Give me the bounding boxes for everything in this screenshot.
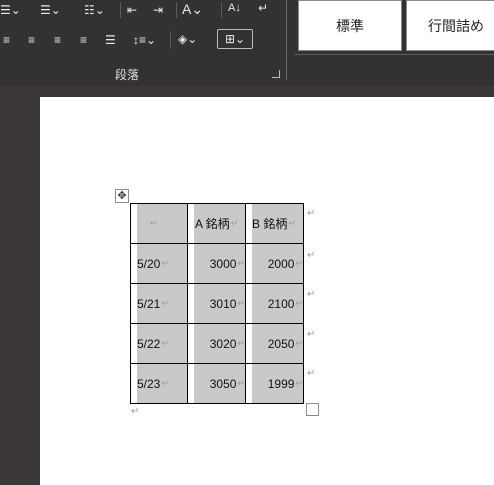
table-cell[interactable]: 3020 ↵ — [187, 323, 246, 364]
data-table[interactable]: ↵ A 銘柄 ↵ B 銘柄 ↵ 5/20 ↵ 3000 ↵ 2000 ↵ 5/21 ↵ 30… — [130, 203, 304, 404]
table-row: 5/23 ↵ 3050 ↵ 1999 ↵ — [130, 363, 304, 404]
line-spacing-icon[interactable]: ↕≡⌄ — [133, 34, 156, 46]
table-cell[interactable]: 1999 ↵ — [245, 363, 304, 404]
paragraph-mark: ↵ — [288, 218, 296, 228]
ribbon: ☰⌄ ☰⌄ ☷⌄ ⇤ ⇥ A⌄ A↓ ↵ ≡ ≡ ≡ ≡ ☰ ↕≡⌄ ◈⌄ ⊞⌄… — [0, 0, 494, 86]
table-header-row: ↵ A 銘柄 ↵ B 銘柄 ↵ — [130, 203, 304, 244]
header-a: A 銘柄 — [195, 217, 230, 231]
table-move-handle-icon[interactable]: ✥ — [115, 189, 129, 203]
align-left-icon[interactable]: ≡ — [3, 34, 10, 46]
table-cell[interactable]: 2000 ↵ — [245, 243, 304, 284]
end-of-row-mark: ↵ — [307, 208, 316, 219]
table-cell[interactable]: 2100 ↵ — [245, 283, 304, 324]
align-center-icon[interactable]: ≡ — [28, 34, 35, 46]
table-cell[interactable]: A 銘柄 ↵ — [187, 203, 246, 244]
canvas-top — [40, 86, 494, 97]
style-no-spacing[interactable]: 行間詰め — [406, 0, 494, 51]
separator — [176, 2, 177, 18]
end-of-row-mark: ↵ — [307, 329, 316, 340]
separator — [120, 2, 121, 18]
separator — [170, 31, 171, 49]
table-row: 5/22 ↵ 3020 ↵ 2050 ↵ — [130, 323, 304, 364]
show-marks-icon[interactable]: ↵ — [258, 2, 268, 14]
bullet-list-icon[interactable]: ☰⌄ — [0, 4, 21, 16]
shading-icon[interactable]: ◈⌄ — [178, 33, 197, 45]
table-cell[interactable]: 5/20 ↵ — [130, 243, 188, 284]
paragraph-mark: ↵ — [150, 218, 158, 228]
table-cell[interactable]: 3010 ↵ — [187, 283, 246, 324]
multilevel-list-icon[interactable]: ☷⌄ — [84, 4, 105, 16]
end-of-row-mark: ↵ — [307, 368, 316, 379]
decrease-indent-icon[interactable]: ⇤ — [127, 4, 137, 16]
table-cell[interactable]: B 銘柄 ↵ — [245, 203, 304, 244]
styles-bottom-line — [294, 54, 494, 55]
align-right-icon[interactable]: ≡ — [54, 34, 61, 46]
justify-icon[interactable]: ≡ — [80, 34, 87, 46]
table-row: 5/20 ↵ 3000 ↵ 2000 ↵ — [130, 243, 304, 284]
canvas-margin — [0, 86, 40, 485]
table-cell[interactable]: 5/23 ↵ — [130, 363, 188, 404]
table-cell[interactable]: 5/21 ↵ — [130, 283, 188, 324]
end-of-row-mark: ↵ — [307, 250, 316, 261]
paragraph-mark-after-table: ↵ — [131, 406, 140, 417]
paragraph-group-label: 段落 — [115, 68, 140, 82]
numbered-list-icon[interactable]: ☰⌄ — [40, 4, 61, 16]
borders-icon[interactable]: ⊞⌄ — [217, 29, 253, 49]
separator — [221, 2, 222, 18]
table-cell[interactable]: 2050 ↵ — [245, 323, 304, 364]
sort-icon[interactable]: A↓ — [228, 2, 241, 14]
table-cell[interactable]: 3000 ↵ — [187, 243, 246, 284]
table-row: 5/21 ↵ 3010 ↵ 2100 ↵ — [130, 283, 304, 324]
paragraph-dialog-launcher-icon[interactable] — [272, 70, 280, 78]
distributed-icon[interactable]: ☰ — [105, 34, 116, 46]
paragraph-mark: ↵ — [230, 218, 239, 228]
table-cell[interactable]: 3050 ↵ — [187, 363, 246, 404]
style-normal[interactable]: 標準 — [298, 0, 402, 51]
asian-layout-icon[interactable]: A⌄ — [182, 2, 203, 16]
table-cell[interactable]: ↵ — [130, 203, 188, 244]
increase-indent-icon[interactable]: ⇥ — [153, 4, 163, 16]
end-of-row-mark: ↵ — [307, 289, 316, 300]
table-cell[interactable]: 5/22 ↵ — [130, 323, 188, 364]
header-b: B 銘柄 — [252, 217, 288, 231]
table-resize-handle[interactable] — [306, 403, 319, 416]
group-separator — [286, 0, 287, 80]
